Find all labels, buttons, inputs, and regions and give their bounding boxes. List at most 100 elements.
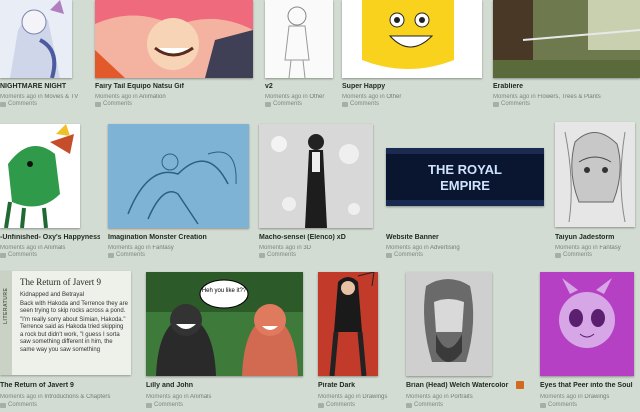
comment-icon <box>342 101 348 107</box>
literature-preview[interactable]: LITERATURE The Return of Javert 9 Kidnap… <box>0 271 131 375</box>
comments-link[interactable]: Comments <box>342 101 379 108</box>
comments-label: Comments <box>8 402 38 408</box>
card-meta: Moments ago in Flowers, Trees & Plants <box>493 94 640 100</box>
thumbnail-image[interactable]: Heh you like it?? <box>146 272 303 376</box>
comments-link[interactable]: Comments <box>318 402 355 409</box>
comments-label: Comments <box>414 402 444 408</box>
thumbnail-image[interactable] <box>0 0 72 78</box>
card-meta: Moments ago in Animals <box>0 245 100 251</box>
meta-prefix: Moments ago in <box>0 245 43 251</box>
thumbnail-image[interactable] <box>0 124 80 228</box>
comments-label: Comments <box>548 402 578 408</box>
category-link[interactable]: Animals <box>44 245 65 251</box>
card-title[interactable]: Super Happy <box>342 83 462 90</box>
card-title[interactable]: Brian (Head) Welch Watercolor <box>406 382 516 389</box>
category-link[interactable]: Drawings <box>584 394 609 400</box>
meta-prefix: Moments ago in <box>318 394 361 400</box>
comments-link[interactable]: Comments <box>265 101 302 108</box>
card-title[interactable]: Website Banner <box>386 234 536 241</box>
comments-label: Comments <box>273 101 303 107</box>
banner-text-line2: EMPIRE <box>440 178 490 193</box>
thumbnail-image[interactable] <box>318 272 378 376</box>
comments-label: Comments <box>267 252 297 258</box>
thumbnail-image[interactable] <box>342 0 482 78</box>
meta-prefix: Moments ago in <box>259 245 302 251</box>
comments-link[interactable]: Comments <box>493 101 530 108</box>
comments-label: Comments <box>103 101 133 107</box>
comments-link[interactable]: Comments <box>406 402 443 409</box>
thumbnail-image[interactable] <box>406 272 492 376</box>
thumbnail-image[interactable]: THE ROYAL EMPIRE <box>386 148 544 206</box>
comments-label: Comments <box>116 252 146 258</box>
literature-excerpt: Kidnapped and Betrayal Back with Hakoda … <box>20 292 128 355</box>
thumbnail-image[interactable] <box>95 0 253 78</box>
thumbnail-image[interactable] <box>493 0 640 78</box>
category-link[interactable]: Other <box>309 94 324 100</box>
category-link[interactable]: Animation <box>139 94 166 100</box>
card-title[interactable]: Imagination Monster Creation <box>108 234 249 241</box>
comments-link[interactable]: Comments <box>0 252 37 259</box>
comment-icon <box>386 252 392 258</box>
comments-label: Comments <box>394 252 424 258</box>
card-title[interactable]: NIGHTMARE NIGHT <box>0 83 90 90</box>
category-link[interactable]: Portraits <box>450 394 472 400</box>
thumbnail-image[interactable] <box>540 272 634 376</box>
card-title[interactable]: -Unfinished- Oxy's Happyness <box>0 234 100 241</box>
comment-icon <box>555 252 561 258</box>
comments-link[interactable]: Comments <box>0 101 37 108</box>
thumbnail-image[interactable] <box>265 0 333 78</box>
comment-icon <box>0 252 6 258</box>
card-title[interactable]: Lilly and John <box>146 382 296 389</box>
meta-prefix: Moments ago in <box>265 94 308 100</box>
comments-label: Comments <box>154 402 184 408</box>
comments-link[interactable]: Comments <box>0 402 37 409</box>
card-meta: Moments ago in Fantasy <box>555 245 640 251</box>
card-title[interactable]: Erabliere <box>493 83 633 90</box>
comment-icon <box>265 101 271 107</box>
comment-icon <box>95 101 101 107</box>
card-meta: Moments ago in Drawings <box>318 394 398 400</box>
card-title[interactable]: Eyes that Peer into the Soul <box>540 382 640 389</box>
banner-text-line1: THE ROYAL <box>428 162 502 177</box>
comments-link[interactable]: Comments <box>95 101 132 108</box>
card-title[interactable]: Pirate Dark <box>318 382 398 389</box>
thumbnail-image[interactable] <box>108 124 249 228</box>
card-meta: Moments ago in 3D <box>259 245 379 251</box>
comment-icon <box>0 101 6 107</box>
meta-prefix: Moments ago in <box>555 245 598 251</box>
card-meta: Moments ago in Introductions & Chapters <box>0 394 140 400</box>
excerpt-line: Kidnapped and Betrayal <box>20 292 85 298</box>
card-title[interactable]: Taiyun Jadestorm <box>555 234 640 241</box>
card-title[interactable]: v2 <box>265 83 335 90</box>
category-link[interactable]: Fantasy <box>599 245 620 251</box>
category-link[interactable]: Drawings <box>362 394 387 400</box>
comment-icon <box>0 402 6 408</box>
category-link[interactable]: Other <box>386 94 401 100</box>
excerpt-line: "I'm really sorry about Simian, Hakoda."… <box>20 316 126 353</box>
comments-link[interactable]: Comments <box>146 402 183 409</box>
thumbnail-image[interactable] <box>555 122 635 227</box>
category-link[interactable]: Advertising <box>430 245 460 251</box>
card-meta: Moments ago in Drawings <box>540 394 640 400</box>
category-link[interactable]: Movies & TV <box>44 94 78 100</box>
card-title[interactable]: Macho-sensei (Elenco) xD <box>259 234 379 241</box>
thumbnail-image[interactable] <box>259 124 373 228</box>
comment-icon <box>259 252 265 258</box>
comments-link[interactable]: Comments <box>540 402 577 409</box>
category-link[interactable]: Fantasy <box>152 245 173 251</box>
card-meta: Moments ago in Portraits <box>406 394 516 400</box>
comment-icon <box>540 402 546 408</box>
comments-link[interactable]: Comments <box>555 252 592 259</box>
meta-prefix: Moments ago in <box>493 94 536 100</box>
category-link[interactable]: Flowers, Trees & Plants <box>537 94 600 100</box>
card-title[interactable]: Fairy Tail Equipo Natsu Gif <box>95 83 253 90</box>
category-link[interactable]: Animals <box>190 394 211 400</box>
category-link[interactable]: 3D <box>303 245 311 251</box>
comments-link[interactable]: Comments <box>259 252 296 259</box>
comments-label: Comments <box>326 402 356 408</box>
comments-link[interactable]: Comments <box>386 252 423 259</box>
category-link[interactable]: Introductions & Chapters <box>44 394 110 400</box>
comments-link[interactable]: Comments <box>108 252 145 259</box>
card-title[interactable]: The Return of Javert 9 <box>0 382 130 389</box>
speech-bubble-text: Heh you like it?? <box>202 288 247 294</box>
